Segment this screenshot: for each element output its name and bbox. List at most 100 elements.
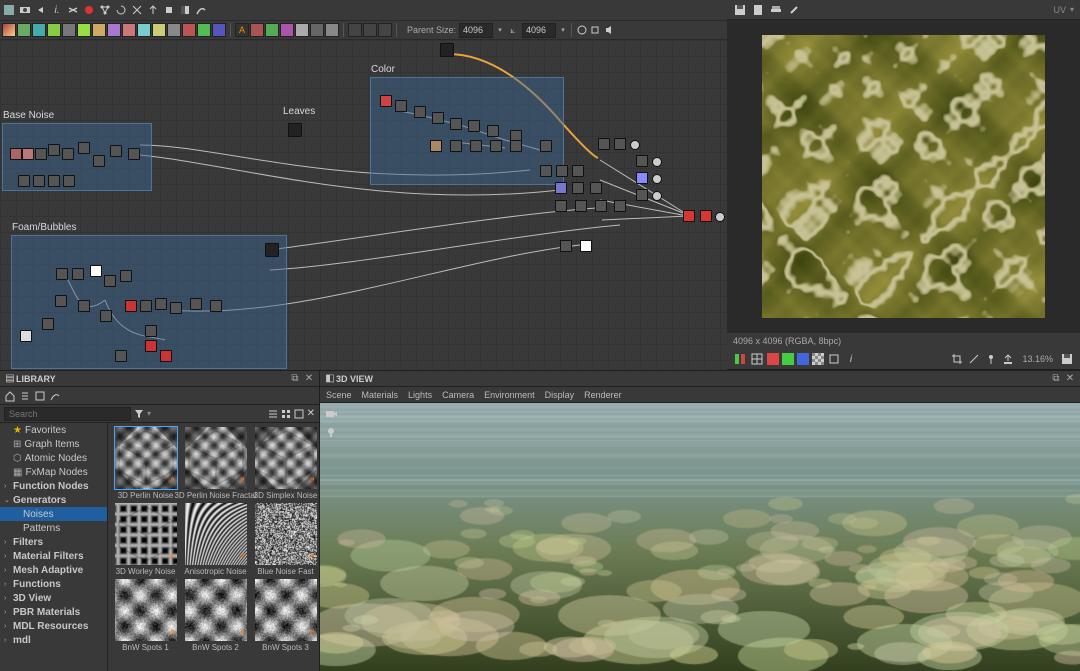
graph-node[interactable] <box>145 340 157 352</box>
output-port[interactable] <box>652 174 662 184</box>
expand-icon[interactable] <box>294 409 304 419</box>
palette-tool-icon[interactable] <box>348 23 362 37</box>
graph-node[interactable] <box>395 100 407 112</box>
palette-swatch[interactable] <box>62 23 76 37</box>
graph-node[interactable] <box>22 148 34 160</box>
graph-node[interactable] <box>90 265 102 277</box>
tree-item-mesh-adaptive[interactable]: ›Mesh Adaptive <box>0 563 107 577</box>
graph-node[interactable] <box>78 300 90 312</box>
graph-node[interactable] <box>140 300 152 312</box>
split-icon[interactable] <box>733 352 747 366</box>
pin-icon[interactable] <box>984 352 998 366</box>
graph-node[interactable] <box>48 175 60 187</box>
thumb-anisotropic-noise[interactable]: ⇗Anisotropic Noise <box>182 503 249 576</box>
brush-icon[interactable] <box>49 390 61 402</box>
record-icon[interactable] <box>82 3 96 17</box>
chevron-down-icon[interactable]: ▾ <box>559 26 567 34</box>
popout-icon[interactable]: ⧉ <box>1050 373 1062 385</box>
parent-height-input[interactable]: 4096 <box>522 23 556 38</box>
tree-item-atomic-nodes[interactable]: ⬡Atomic Nodes <box>0 451 107 465</box>
graph-node[interactable] <box>572 182 584 194</box>
graph-node[interactable] <box>575 200 587 212</box>
tree-item-material-filters[interactable]: ›Material Filters <box>0 549 107 563</box>
library-grid[interactable]: ⇗3D Perlin Noise⇗3D Perlin Noise Fractal… <box>108 423 319 671</box>
graph-node[interactable] <box>10 148 22 160</box>
share-icon[interactable] <box>98 3 112 17</box>
camera-icon[interactable] <box>324 407 338 421</box>
palette-swatch[interactable] <box>137 23 151 37</box>
graph-node[interactable] <box>470 140 482 152</box>
search-input[interactable] <box>4 407 131 421</box>
palette-tool-icon[interactable] <box>378 23 392 37</box>
graph-node[interactable] <box>490 140 502 152</box>
graph-node[interactable] <box>160 350 172 362</box>
list-view-icon[interactable] <box>268 409 278 419</box>
graph-node[interactable] <box>190 298 202 310</box>
graph-node[interactable] <box>430 140 442 152</box>
thumb-bnw-spots-1[interactable]: ⇗BnW Spots 1 <box>112 579 179 652</box>
menu-environment[interactable]: Environment <box>484 390 535 400</box>
palette-swatch[interactable] <box>2 23 16 37</box>
graph-node[interactable] <box>145 325 157 337</box>
popout-icon[interactable]: ⧉ <box>289 373 301 385</box>
graph-node[interactable] <box>636 155 648 167</box>
graph-node[interactable] <box>72 268 84 280</box>
thumb-blue-noise-fast[interactable]: ⇗Blue Noise Fast <box>252 503 319 576</box>
tree-item-filters[interactable]: ›Filters <box>0 535 107 549</box>
arrow-up-icon[interactable] <box>146 3 160 17</box>
clear-icon[interactable]: ✕ <box>307 408 315 419</box>
graph-node[interactable] <box>556 165 568 177</box>
graph-node[interactable] <box>210 300 222 312</box>
graph-node[interactable] <box>590 182 602 194</box>
graph-node[interactable] <box>614 200 626 212</box>
layers-icon[interactable] <box>769 3 783 17</box>
tree-item-patterns[interactable]: Patterns <box>0 521 107 535</box>
tree-item-mdl[interactable]: ›mdl <box>0 633 107 647</box>
chevron-down-icon[interactable]: ▾ <box>496 26 504 34</box>
graph-node[interactable] <box>62 148 74 160</box>
graph-node[interactable] <box>414 106 426 118</box>
graph-node[interactable] <box>115 350 127 362</box>
graph-node[interactable] <box>155 298 167 310</box>
save-icon[interactable] <box>733 3 747 17</box>
grid-icon[interactable] <box>750 352 764 366</box>
info-icon[interactable]: i. <box>50 3 64 17</box>
tree-item-fxmap-nodes[interactable]: ▦FxMap Nodes <box>0 465 107 479</box>
palette-swatch[interactable] <box>310 23 324 37</box>
grid-view-icon[interactable] <box>281 409 291 419</box>
channel-red-icon[interactable] <box>767 353 779 365</box>
graph-node[interactable] <box>614 138 626 150</box>
timing-icon[interactable] <box>576 24 588 36</box>
wrench-icon[interactable] <box>787 3 801 17</box>
graph-node[interactable] <box>636 189 648 201</box>
graph-node[interactable] <box>55 295 67 307</box>
graph-node[interactable] <box>93 155 105 167</box>
graph-node[interactable] <box>48 144 60 156</box>
output-node[interactable] <box>683 210 695 222</box>
graph-node[interactable] <box>598 138 610 150</box>
graph-node[interactable] <box>42 318 54 330</box>
parent-width-input[interactable]: 4096 <box>459 23 493 38</box>
save-icon[interactable] <box>1060 352 1074 366</box>
graph-node[interactable] <box>265 243 279 257</box>
graph-node[interactable] <box>595 200 607 212</box>
audio-icon[interactable] <box>602 24 614 36</box>
graph-node[interactable] <box>110 145 122 157</box>
tree-item-3d-view[interactable]: ›3D View <box>0 591 107 605</box>
measure-icon[interactable] <box>967 352 981 366</box>
light-icon[interactable] <box>324 425 338 439</box>
menu-camera[interactable]: Camera <box>442 390 474 400</box>
channel-blue-icon[interactable] <box>797 353 809 365</box>
graph-node[interactable] <box>487 125 499 137</box>
tree-item-graph-items[interactable]: ⊞Graph Items <box>0 437 107 451</box>
graph-node[interactable] <box>170 302 182 314</box>
node-icon[interactable] <box>162 3 176 17</box>
chevron-down-icon[interactable]: ▾ <box>1070 5 1074 14</box>
graph-node[interactable] <box>104 275 116 287</box>
graph-node[interactable] <box>468 120 480 132</box>
graph-node[interactable] <box>128 148 140 160</box>
palette-tool-icon[interactable] <box>363 23 377 37</box>
channel-alpha-icon[interactable] <box>812 353 824 365</box>
graph-node[interactable] <box>125 300 137 312</box>
palette-swatch[interactable] <box>167 23 181 37</box>
